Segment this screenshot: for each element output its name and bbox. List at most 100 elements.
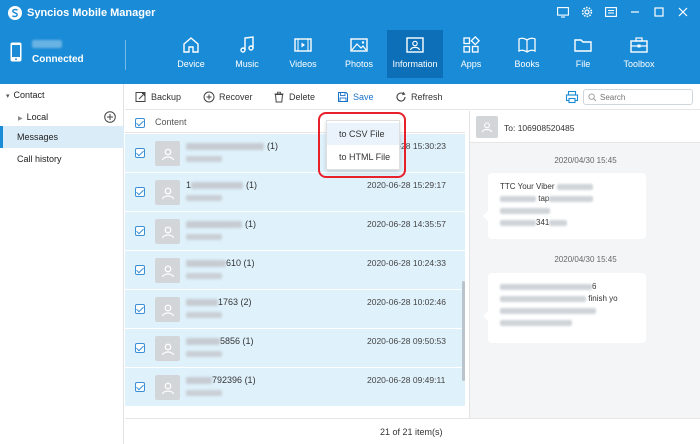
sidebar-item-call-history[interactable]: Call history [0, 148, 124, 170]
nav-music[interactable]: Music [219, 30, 275, 78]
add-contact-icon[interactable] [104, 111, 116, 123]
nav-photos[interactable]: Photos [331, 30, 387, 78]
nav-information[interactable]: Information [387, 30, 443, 78]
person-icon [481, 122, 493, 133]
person-icon [161, 343, 174, 355]
sender-number: 1 (1) [186, 180, 257, 190]
message-text: 6 [592, 282, 597, 291]
number-suffix: 610 [226, 258, 242, 268]
backup-icon [135, 92, 146, 102]
delete-button[interactable]: Delete [273, 90, 315, 104]
sidebar-item-contact[interactable]: ▾ Contact [0, 84, 124, 106]
item-count: 21 of 21 item(s) [380, 427, 443, 437]
sidebar-item-messages[interactable]: Messages [0, 126, 124, 148]
message-count: (2) [240, 297, 252, 307]
message-preview-redacted [186, 312, 222, 318]
table-row[interactable]: (1) 2020-06-28 15:30:23 [125, 134, 465, 173]
settings-gear-icon[interactable] [580, 5, 594, 19]
nav-books[interactable]: Books [499, 30, 555, 78]
table-row[interactable]: 1 (1) 2020-06-28 15:29:17 [125, 173, 465, 212]
row-checkbox[interactable] [135, 148, 145, 158]
redacted-text [500, 219, 536, 226]
message-count: (1) [242, 336, 254, 346]
redacted-text [186, 143, 264, 151]
search-box[interactable] [583, 89, 693, 105]
close-icon[interactable] [676, 5, 690, 19]
sidebar: ▾ Contact ▶ Local Messages Call history [0, 84, 124, 444]
recipient-label: To: 106908520485 [504, 123, 575, 133]
nav-file[interactable]: File [555, 30, 611, 78]
message-line: TTC Your Viber [500, 181, 634, 193]
row-checkbox[interactable] [135, 226, 145, 236]
message-date: 2020-06-28 10:24:33 [367, 258, 446, 268]
header-bar: Syncios Mobile Manager Connected Device … [0, 0, 700, 84]
syncios-logo-icon [8, 6, 22, 20]
app-title: Syncios Mobile Manager [27, 7, 156, 19]
number-suffix: 792396 [212, 375, 243, 385]
message-bubble: TTC Your Viber tap 341 [483, 173, 646, 239]
recover-button[interactable]: Recover [203, 90, 253, 104]
nav-label: Music [235, 59, 259, 69]
row-checkbox[interactable] [135, 382, 145, 392]
device-name-redacted [32, 40, 62, 48]
message-date: 2020-06-28 10:02:46 [367, 297, 446, 307]
refresh-button[interactable]: Refresh [395, 90, 443, 104]
table-row[interactable]: (1) 2020-06-28 14:35:57 [125, 212, 465, 251]
message-line [500, 305, 634, 317]
annotation-highlight [318, 112, 406, 178]
number-suffix: 5856 [220, 336, 241, 346]
list-scrollbar[interactable] [462, 281, 465, 381]
minimize-icon[interactable] [628, 5, 642, 19]
row-checkbox[interactable] [135, 343, 145, 353]
window-controls [556, 5, 690, 19]
nav-device[interactable]: Device [163, 30, 219, 78]
message-count: (1) [245, 219, 256, 229]
refresh-icon [396, 91, 406, 102]
sender-number: 792396 (1) [186, 375, 256, 385]
message-preview-redacted [186, 195, 222, 201]
row-checkbox[interactable] [135, 187, 145, 197]
message-count: (1) [267, 141, 278, 151]
person-icon [161, 226, 174, 238]
sidebar-item-label: Messages [17, 132, 59, 142]
message-text: finish yo [588, 294, 618, 303]
select-all-checkbox[interactable] [135, 118, 145, 128]
save-button[interactable]: Save [337, 90, 374, 104]
message-count: (1) [244, 375, 256, 385]
nav-toolbox[interactable]: Toolbox [611, 30, 667, 78]
row-checkbox[interactable] [135, 265, 145, 275]
message-line: tap [500, 193, 634, 205]
nav-videos[interactable]: Videos [275, 30, 331, 78]
message-timestamp: 2020/04/30 15:45 [554, 255, 617, 264]
image-icon [350, 38, 368, 52]
message-line [500, 317, 634, 329]
table-row[interactable]: 792396 (1) 2020-06-28 09:49:11 [125, 368, 465, 407]
print-icon[interactable] [565, 90, 579, 104]
redacted-text [186, 338, 220, 346]
menu-icon[interactable] [604, 5, 618, 19]
device-panel[interactable]: Connected [10, 38, 120, 74]
table-row[interactable]: 5856 (1) 2020-06-28 09:50:53 [125, 329, 465, 368]
avatar [155, 180, 180, 205]
redacted-text [500, 295, 586, 302]
nav-apps[interactable]: Apps [443, 30, 499, 78]
avatar [476, 116, 498, 138]
sender-number: 5856 (1) [186, 336, 254, 346]
message-preview-redacted [186, 351, 222, 357]
search-input[interactable] [600, 91, 690, 103]
apps-grid-icon [463, 35, 481, 53]
feedback-icon[interactable] [556, 5, 570, 19]
table-row[interactable]: 1763 (2) 2020-06-28 10:02:46 [125, 290, 465, 329]
caret-down-icon[interactable]: ▾ [6, 86, 10, 108]
row-checkbox[interactable] [135, 304, 145, 314]
divider [125, 40, 126, 70]
message-text: tap [538, 194, 550, 203]
message-line: 6 [500, 281, 634, 293]
redacted-text [191, 182, 244, 190]
sidebar-item-local[interactable]: ▶ Local [0, 106, 124, 128]
backup-button[interactable]: Backup [135, 90, 181, 104]
maximize-icon[interactable] [652, 5, 666, 19]
table-row[interactable]: 610 (1) 2020-06-28 10:24:33 [125, 251, 465, 290]
nav-label: Device [177, 59, 205, 69]
avatar [155, 375, 180, 400]
